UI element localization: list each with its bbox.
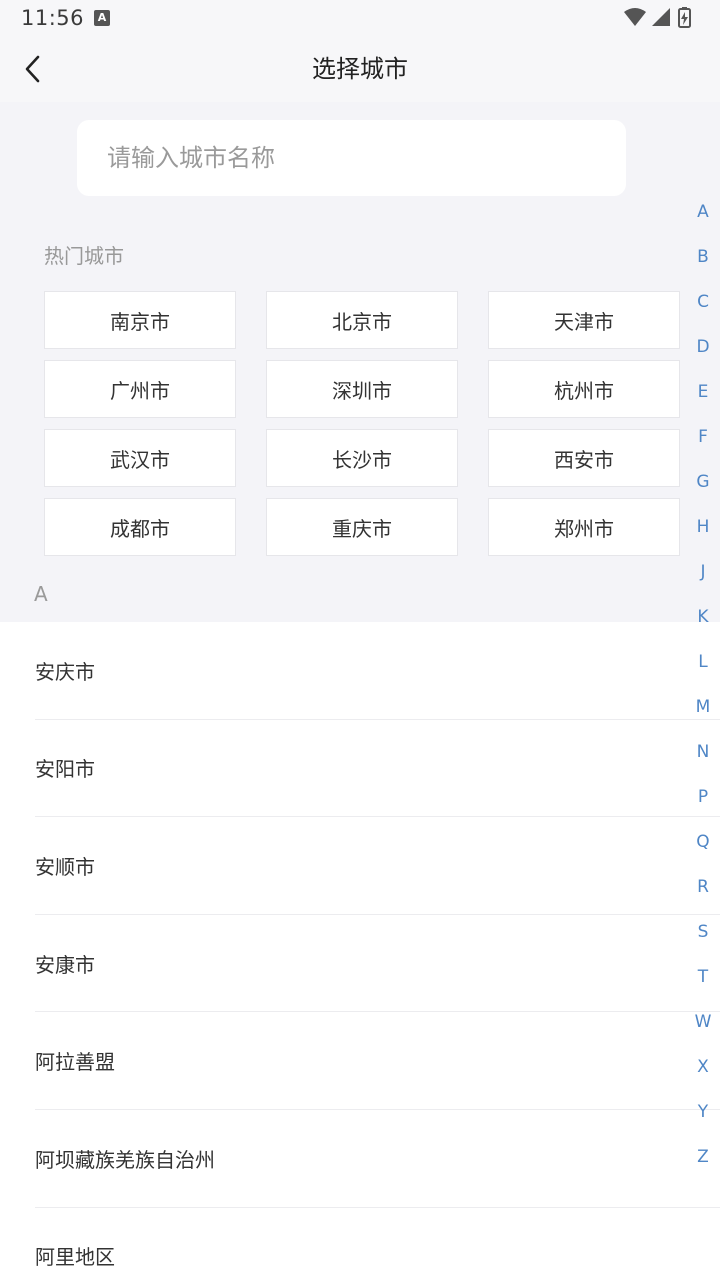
index-letter[interactable]: L	[686, 640, 720, 685]
city-list-item[interactable]: 安阳市	[35, 720, 720, 818]
index-letter[interactable]: R	[686, 865, 720, 910]
search-box[interactable]	[77, 120, 626, 196]
index-letter[interactable]: J	[686, 550, 720, 595]
hot-city-button[interactable]: 重庆市	[266, 498, 458, 556]
index-letter[interactable]: P	[686, 775, 720, 820]
status-icons	[622, 6, 702, 30]
city-list-item[interactable]: 安顺市	[35, 817, 720, 915]
index-letter[interactable]: F	[686, 415, 720, 460]
city-list-item[interactable]: 阿拉善盟	[35, 1012, 720, 1110]
page-title: 选择城市	[312, 55, 408, 83]
nav-bar: 选择城市	[0, 36, 720, 102]
city-list: 安庆市 安阳市 安顺市 安康市 阿拉善盟 阿坝藏族羌族自治州 阿里地区	[0, 622, 720, 1280]
index-letter[interactable]: N	[686, 730, 720, 775]
index-letter[interactable]: K	[686, 595, 720, 640]
chevron-left-icon	[25, 55, 40, 83]
hot-city-button[interactable]: 武汉市	[44, 429, 236, 487]
index-letter[interactable]: Q	[686, 820, 720, 865]
hot-city-button[interactable]: 杭州市	[488, 360, 680, 418]
section-header-letter: A	[34, 582, 48, 606]
index-letter[interactable]: C	[686, 280, 720, 325]
hot-city-button[interactable]: 南京市	[44, 291, 236, 349]
index-letter[interactable]: T	[686, 955, 720, 1000]
hot-city-button[interactable]: 广州市	[44, 360, 236, 418]
hot-city-button[interactable]: 北京市	[266, 291, 458, 349]
hot-city-button[interactable]: 西安市	[488, 429, 680, 487]
status-time: 11:56	[21, 6, 85, 30]
index-letter[interactable]: X	[686, 1045, 720, 1090]
city-list-item[interactable]: 阿坝藏族羌族自治州	[35, 1110, 720, 1208]
index-letter[interactable]: B	[686, 235, 720, 280]
alphabet-index-bar[interactable]: A B C D E F G H J K L M N P Q R S T W X …	[686, 190, 720, 1180]
index-letter[interactable]: A	[686, 190, 720, 235]
notification-icon: A	[94, 10, 110, 26]
search-input[interactable]	[77, 120, 626, 196]
index-letter[interactable]: Z	[686, 1135, 720, 1180]
city-list-item[interactable]: 安庆市	[35, 622, 720, 720]
index-letter[interactable]: E	[686, 370, 720, 415]
index-letter[interactable]: S	[686, 910, 720, 955]
wifi-signal-battery-icon	[624, 7, 691, 28]
index-letter[interactable]: G	[686, 460, 720, 505]
index-letter[interactable]: Y	[686, 1090, 720, 1135]
city-list-item[interactable]: 安康市	[35, 915, 720, 1013]
hot-city-button[interactable]: 深圳市	[266, 360, 458, 418]
hot-cities-grid: 南京市 北京市 天津市 广州市 深圳市 杭州市 武汉市 长沙市 西安市 成都市 …	[44, 291, 680, 556]
back-button[interactable]	[14, 50, 52, 88]
index-letter[interactable]: M	[686, 685, 720, 730]
index-letter[interactable]: W	[686, 1000, 720, 1045]
city-list-item[interactable]: 阿里地区	[35, 1208, 720, 1280]
hot-cities-label: 热门城市	[44, 244, 124, 268]
hot-city-button[interactable]: 长沙市	[266, 429, 458, 487]
hot-city-button[interactable]: 成都市	[44, 498, 236, 556]
hot-city-button[interactable]: 郑州市	[488, 498, 680, 556]
status-bar: 11:56 A	[0, 0, 720, 36]
hot-city-button[interactable]: 天津市	[488, 291, 680, 349]
index-letter[interactable]: D	[686, 325, 720, 370]
index-letter[interactable]: H	[686, 505, 720, 550]
